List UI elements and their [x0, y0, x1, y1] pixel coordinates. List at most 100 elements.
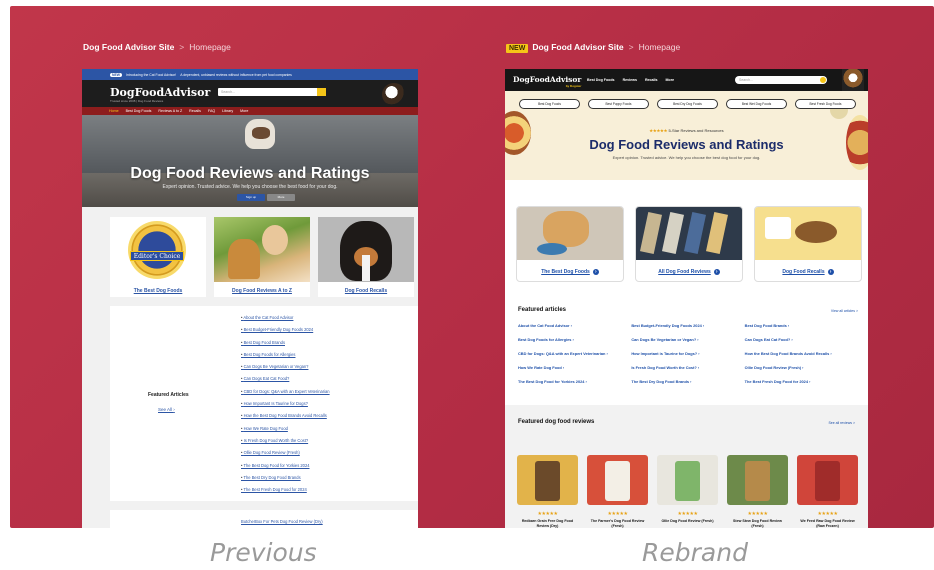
nav-library[interactable]: Library — [222, 109, 233, 113]
list-item[interactable]: About the Cat Food Advisor — [241, 315, 330, 327]
product-card[interactable]: ★★★★★ Ollie Dog Food Review (Fresh) — [657, 455, 718, 528]
list-item[interactable]: The Best Dog Food for Yorkies 2024 — [241, 463, 330, 475]
card-best-dog-foods[interactable]: The Best Dog Foods — [516, 206, 624, 282]
list-item[interactable]: How Important Is Taurine for Dogs? — [241, 401, 330, 413]
card-link[interactable]: Dog Food Recalls — [318, 288, 414, 294]
nav-faq[interactable]: FAQ — [208, 109, 215, 113]
product-card[interactable]: ★★★★★ Redbarn Grain Free Dog Food Review… — [517, 455, 578, 528]
featured-reviews-section: Featured dog food reviews See all review… — [505, 405, 868, 528]
card-reviews-a-z[interactable]: Dog Food Reviews A to Z — [214, 217, 310, 297]
card-recalls[interactable]: Dog Food Recalls — [754, 206, 862, 282]
list-item[interactable]: How the Best Dog Food Brands Avoid Recal… — [241, 413, 330, 425]
pill-best-puppy-foods[interactable]: Best Puppy Foods — [588, 99, 649, 109]
featured-articles-panel: Featured Articles See All › About the Ca… — [110, 306, 418, 501]
site-header: DogFoodAdvisor by Dogster Best Dog Foods … — [505, 69, 868, 91]
product-image — [727, 455, 788, 505]
pill-best-dog-foods[interactable]: Best Dog Foods — [519, 99, 580, 109]
card-recalls[interactable]: Dog Food Recalls — [318, 217, 414, 297]
card-link[interactable]: The Best Dog Foods — [110, 288, 206, 294]
hero-dog-spot — [252, 127, 270, 139]
hero-cta-primary-button[interactable]: Sign up — [237, 194, 265, 201]
view-all-link[interactable]: View all articles > — [831, 309, 858, 313]
list-item[interactable]: Best Dog Foods for Allergies — [241, 352, 330, 364]
product-card[interactable]: ★★★★★ Stew Stew Dog Food Review (Fresh) — [727, 455, 788, 528]
pill-best-wet-dog-foods[interactable]: Best Wet Dog Foods — [726, 99, 787, 109]
card-link[interactable]: Dog Food Reviews A to Z — [214, 288, 310, 294]
list-item[interactable]: Can Dogs Eat Cat Food? — [745, 337, 858, 351]
announcement-text[interactable]: Introducing the Cat Food Advisor! — [126, 73, 176, 77]
list-item[interactable]: Best Budget-Friendly Dog Foods 2024 — [241, 327, 330, 339]
list-item[interactable]: How We Rate Dog Food — [241, 426, 330, 438]
list-item[interactable]: ButcherBox For Pets Dog Food Review (Dry… — [241, 519, 323, 524]
site-logo[interactable]: DogFoodAdvisor by Dogster — [513, 75, 581, 88]
product-name[interactable]: Stew Stew Dog Food Review (Fresh) — [727, 519, 788, 528]
nav-recalls[interactable]: Recalls — [189, 109, 201, 113]
nav-best-dog-foods[interactable]: Best Dog Foods — [126, 109, 152, 113]
card-image — [755, 207, 861, 260]
list-item[interactable]: Best Dog Food Brands — [745, 323, 858, 337]
list-item[interactable]: Ollie Dog Food Review (Fresh) — [241, 450, 330, 462]
product-name[interactable]: The Farmer's Dog Food Review (Fresh) — [587, 519, 648, 528]
card-link[interactable]: The Best Dog Foods — [517, 269, 623, 275]
nav-reviews[interactable]: Reviews — [623, 78, 637, 82]
list-item[interactable]: Can Dogs Eat Cat Food? — [241, 376, 330, 388]
nav-best-dog-foods[interactable]: Best Dog Foods — [587, 78, 615, 82]
nav-home[interactable]: Home — [109, 109, 119, 113]
see-all-reviews-link[interactable]: See all reviews > — [828, 421, 855, 425]
list-item[interactable]: CBD for Dogs: Q&A with an Expert Veterin… — [518, 351, 631, 365]
pill-best-fresh-dog-foods[interactable]: Best Fresh Dog Foods — [795, 99, 856, 109]
list-item[interactable]: Ollie Dog Food Review (Fresh) — [745, 365, 858, 379]
list-item[interactable]: The Best Dog Food for Yorkies 2024 — [518, 379, 631, 393]
list-item[interactable]: The Best Fresh Dog Food for 2024 — [745, 379, 858, 393]
list-item[interactable]: How Important is Taurine for Dogs? — [631, 351, 744, 365]
nav-more[interactable]: More — [240, 109, 248, 113]
nav-more[interactable]: More — [666, 78, 675, 82]
list-item[interactable]: Can Dogs Be Vegetarian or Vegan? — [241, 364, 330, 376]
product-card[interactable]: ★★★★★ We Feed Raw Dog Food Review (Raw F… — [797, 455, 858, 528]
site-logo[interactable]: DogFoodAdvisor Trusted since 2008 | Dog F… — [110, 86, 210, 103]
product-card[interactable]: ★★★★★ The Farmer's Dog Food Review (Fres… — [587, 455, 648, 528]
list-item[interactable]: Best Dog Foods for Allergies — [518, 337, 631, 351]
card-all-reviews[interactable]: All Dog Food Reviews — [635, 206, 743, 282]
hero-cta-secondary-button[interactable]: More — [267, 194, 295, 201]
list-item[interactable]: How the Best Dog Food Brands Avoid Recal… — [745, 351, 858, 365]
card-link[interactable]: Dog Food Recalls — [755, 269, 861, 275]
woman-with-dog-photo — [214, 217, 310, 282]
list-item[interactable]: The Best Dry Dog Food Brands — [631, 379, 744, 393]
photo-face — [262, 225, 288, 255]
search-input[interactable]: Search... — [735, 76, 827, 84]
breadcrumb-page[interactable]: Homepage — [189, 42, 231, 52]
list-item[interactable]: Can Dogs Be Vegetarian or Vegan? — [631, 337, 744, 351]
list-item[interactable]: Is Fresh Dog Food Worth the Cost? — [241, 438, 330, 450]
list-item[interactable]: Best Budget-Friendly Dog Foods 2024 — [631, 323, 744, 337]
list-item[interactable]: The Best Dry Dog Food Brands — [241, 475, 330, 487]
breadcrumb-site[interactable]: Dog Food Advisor Site — [83, 42, 174, 52]
search-icon[interactable] — [820, 77, 826, 83]
search-input[interactable]: Search... — [218, 88, 326, 96]
product-name[interactable]: Ollie Dog Food Review (Fresh) — [657, 519, 718, 524]
nav-recalls[interactable]: Recalls — [645, 78, 658, 82]
list-item[interactable]: How We Rate Dog Food — [518, 365, 631, 379]
list-item[interactable]: The Best Fresh Dog Food for 2024 — [241, 487, 330, 499]
nav-reviews-a-z[interactable]: Reviews A to Z — [158, 109, 182, 113]
list-item[interactable]: CBD for Dogs: Q&A with an Expert Veterin… — [241, 389, 330, 401]
caption-previous: Previous — [210, 538, 317, 567]
photo-blaze — [362, 255, 370, 281]
search-icon[interactable] — [317, 88, 326, 96]
logo-tagline: Trusted since 2008 | Dog Food Reviews — [110, 99, 164, 103]
product-name[interactable]: Redbarn Grain Free Dog Food Review (Dry) — [517, 519, 578, 528]
product-name[interactable]: We Feed Raw Dog Food Review (Raw Frozen) — [797, 519, 858, 528]
category-cards: The Best Dog Foods All Dog Food Reviews … — [516, 206, 862, 282]
card-link[interactable]: All Dog Food Reviews — [636, 269, 742, 275]
search-placeholder: Search... — [221, 90, 236, 94]
see-all-link[interactable]: See All › — [158, 407, 175, 412]
list-item[interactable]: Best Dog Food Brands — [241, 340, 330, 352]
list-item[interactable]: Is Fresh Dog Food Worth the Cost? — [631, 365, 744, 379]
pill-best-dry-dog-foods[interactable]: Best Dry Dog Foods — [657, 99, 718, 109]
breadcrumb-site[interactable]: Dog Food Advisor Site — [532, 42, 623, 52]
photo-bag — [683, 211, 707, 255]
list-item[interactable]: About the Cat Food Advisor — [518, 323, 631, 337]
breadcrumb-page[interactable]: Homepage — [639, 42, 681, 52]
product-bag — [535, 461, 560, 501]
card-best-dog-foods[interactable]: Editor's Choice The Best Dog Foods — [110, 217, 206, 297]
